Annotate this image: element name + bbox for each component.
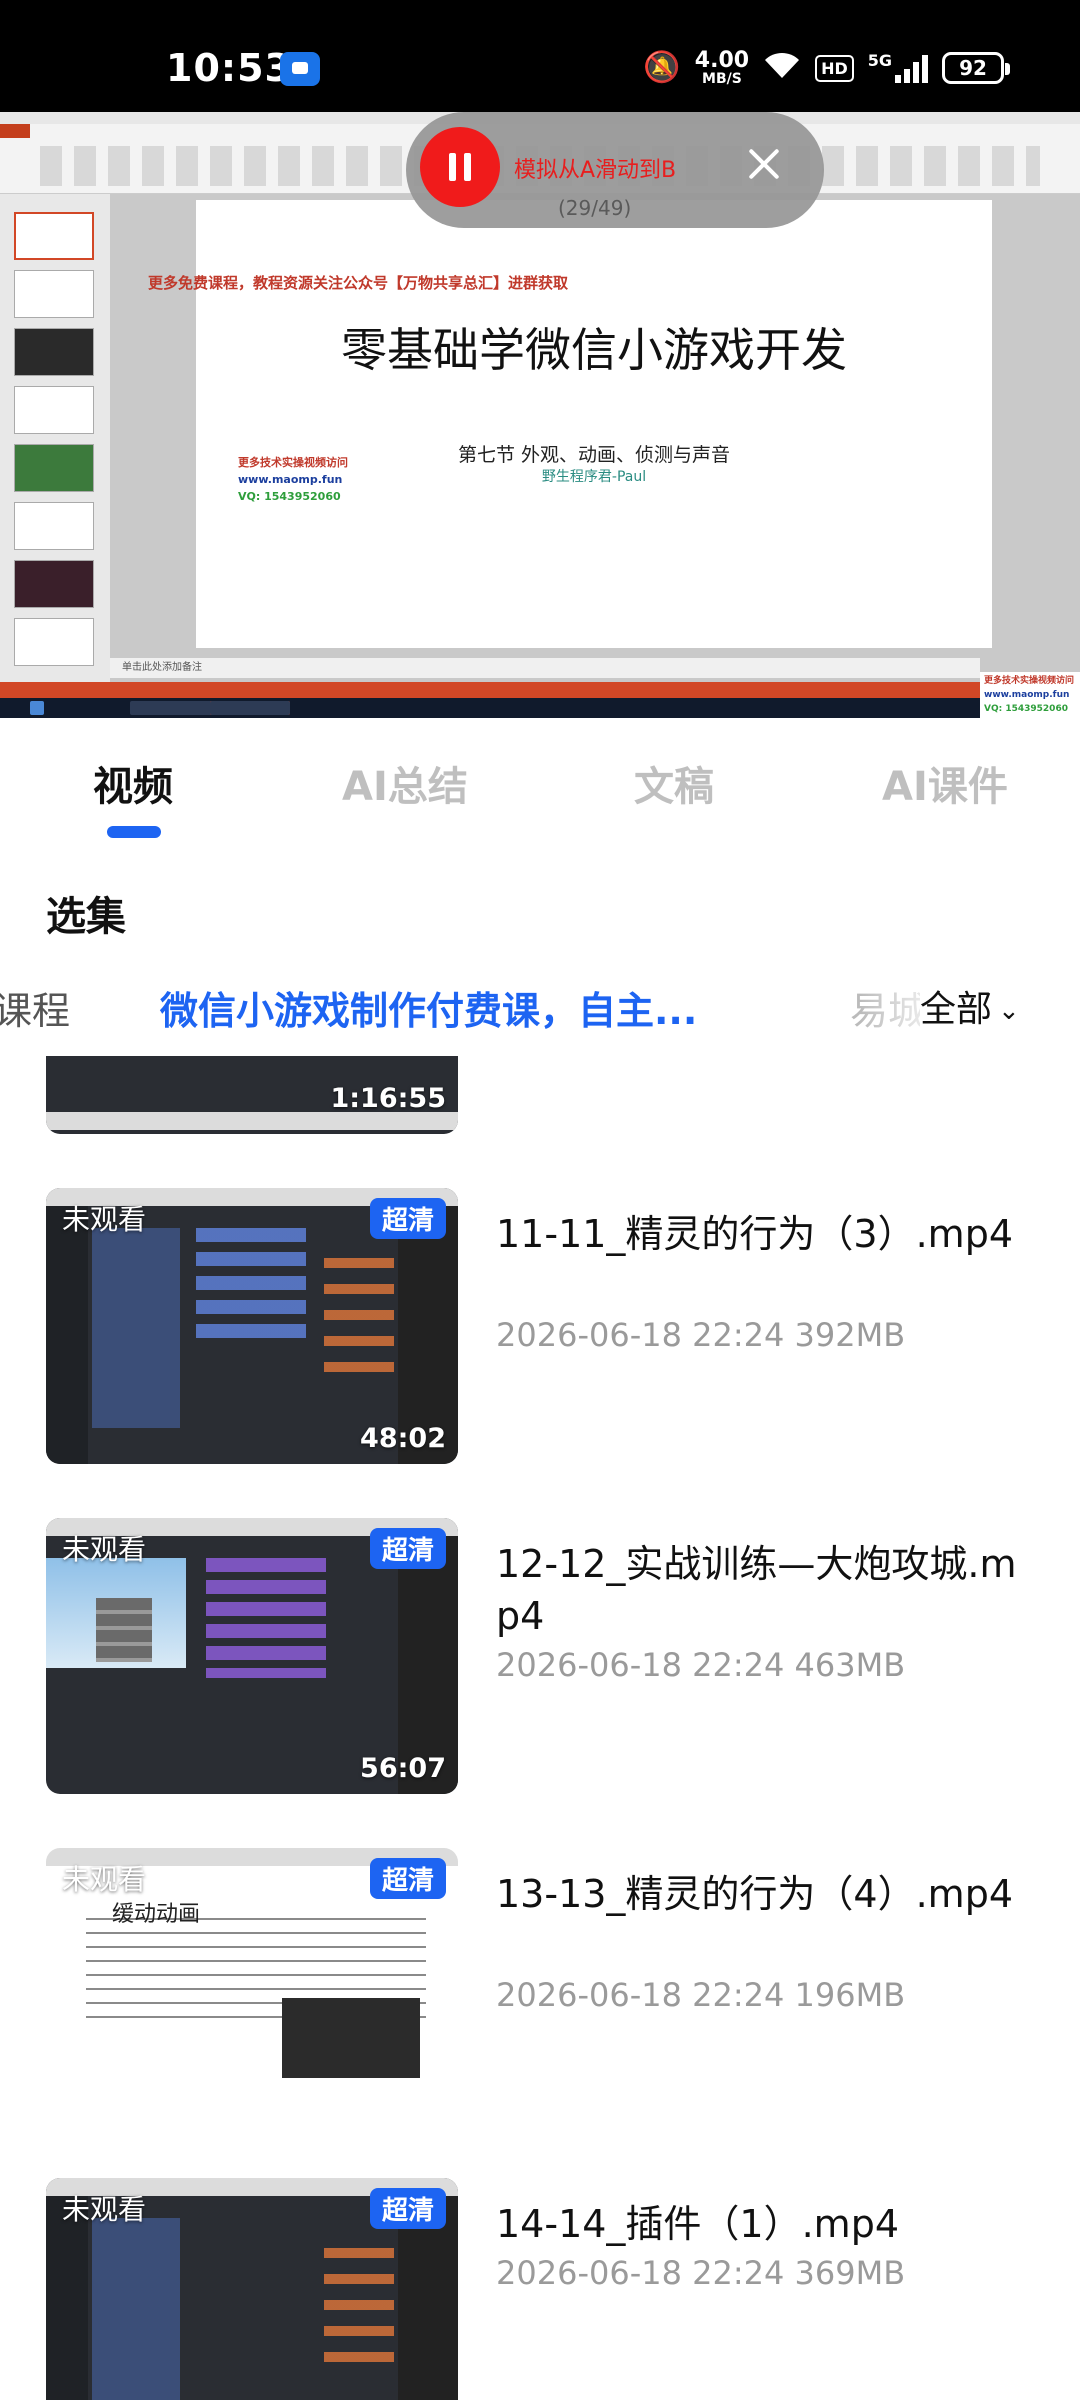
thumb-screen xyxy=(196,1228,306,1348)
chevron-down-icon: ⌄ xyxy=(998,996,1020,1026)
duration-label: 48:02 xyxy=(360,1423,446,1454)
episode-meta: 2026-06-18 22:24 196MB xyxy=(496,1976,906,2014)
thumb-screen xyxy=(282,1998,420,2078)
thumb-screen xyxy=(92,1228,180,1428)
wifi-icon xyxy=(763,50,801,86)
video-thumbnail: 未观看 超清 48:02 xyxy=(46,1188,458,1464)
overlay-label: 模拟从A滑动到B xyxy=(514,158,677,183)
slide-thumb xyxy=(14,328,94,376)
collection-selector: 课程 微信小游戏制作付费课，自主... 易城 全部⌄ xyxy=(0,966,1080,1056)
episode-title: 12-12_实战训练—大炮攻城.mp4 xyxy=(496,1542,1017,1638)
all-collections-button[interactable]: 全部 ⌄ xyxy=(920,980,1020,1032)
slide-thumb xyxy=(14,212,94,260)
thumb-screen xyxy=(324,1258,394,1378)
app-notification-icon xyxy=(280,52,320,86)
all-collections-label: 全部 xyxy=(920,989,993,1030)
ppt-statusbar xyxy=(0,682,1080,698)
watermark-line: VQ: 1543952060 xyxy=(238,490,341,503)
thumb-screen xyxy=(92,2218,180,2400)
quality-badge: 超清 xyxy=(369,1528,446,1569)
automation-overlay: 模拟从A滑动到B (29/49) xyxy=(406,112,824,228)
signal-icon: 5G xyxy=(868,53,928,83)
clock: 10:53 xyxy=(166,46,292,90)
video-thumbnail: 1:16:55 xyxy=(46,1056,458,1134)
ppt-file-tab xyxy=(0,124,30,138)
start-icon xyxy=(30,701,44,715)
thumb-screen xyxy=(324,2248,394,2368)
slide-watermark: 更多技术实操视频访问 www.maomp.fun VQ: 1543952060 xyxy=(238,454,348,505)
video-thumbnail: 未观看 超清 56:07 xyxy=(46,1518,458,1794)
quality-badge: 超清 xyxy=(369,1858,446,1899)
taskbar-item xyxy=(210,701,290,715)
duration-label: 56:07 xyxy=(360,1753,446,1784)
net-speed: 4.00 MB/S xyxy=(694,48,750,87)
slide-top-note: 更多免费课程，教程资源关注公众号【万物共享总汇】进群获取 xyxy=(148,274,569,292)
status-icons: 🔕 4.00 MB/S HD 5G 92 xyxy=(643,44,1010,92)
quality-badge: 超清 xyxy=(369,1198,446,1239)
tab-indicator xyxy=(107,826,161,838)
episode-meta: 2026-06-18 22:24 463MB xyxy=(496,1646,906,1684)
battery-icon: 92 xyxy=(942,52,1010,84)
thumb-screen xyxy=(96,1598,152,1662)
episode-meta: 2026-06-18 22:24 369MB xyxy=(496,2254,906,2292)
tab-ai-courseware[interactable]: AI课件 xyxy=(882,754,1008,812)
ppt-notes: 单击此处添加备注 xyxy=(110,658,980,678)
slide-thumbnails xyxy=(0,194,110,694)
slide-canvas: 更多免费课程，教程资源关注公众号【万物共享总汇】进群获取 零基础学微信小游戏开发… xyxy=(148,200,992,648)
content-tabs: 视频 AI总结 文稿 AI课件 xyxy=(0,718,1080,848)
list-item[interactable]: 未观看 超清 14-14_插件（1）.mp4 2026-06-18 22:24 … xyxy=(0,2178,1080,2400)
duration-label: 1:16:55 xyxy=(330,1083,446,1114)
pause-icon[interactable] xyxy=(420,127,500,207)
slide-thumb xyxy=(14,270,94,318)
watched-badge: 未观看 xyxy=(62,2193,147,2226)
quality-badge: 超清 xyxy=(369,2188,446,2229)
thumb-screen xyxy=(46,1112,458,1130)
watched-badge: 未观看 xyxy=(62,1533,147,1566)
episode-title: 13-13_精灵的行为（4）.mp4 xyxy=(496,1872,1013,1916)
slide-thumb xyxy=(14,560,94,608)
episode-title: 11-11_精灵的行为（3）.mp4 xyxy=(496,1212,1013,1256)
corner-watermark: 更多技术实操视频访问 www.maomp.fun VQ: 1543952060 xyxy=(980,672,1080,718)
thumb-slide-title: 缓动动画 xyxy=(112,1902,201,1927)
watermark-line: www.maomp.fun xyxy=(984,690,1070,700)
thumb-screen xyxy=(206,1558,326,1678)
episode-title: 14-14_插件（1）.mp4 xyxy=(496,2202,899,2246)
video-thumbnail: 未观看 超清 xyxy=(46,2178,458,2400)
episode-meta: 2026-06-18 22:24 392MB xyxy=(496,1316,906,1354)
slide-thumb xyxy=(14,386,94,434)
mute-bell-icon: 🔕 xyxy=(643,50,681,85)
watermark-line: www.maomp.fun xyxy=(238,473,343,486)
list-item[interactable]: 未观看 超清 56:07 12-12_实战训练—大炮攻城.mp4 2026-06… xyxy=(0,1518,1080,1808)
tab-transcript[interactable]: 文稿 xyxy=(634,754,714,812)
video-thumbnail: 缓动动画 未观看 超清 xyxy=(46,1848,458,2124)
list-item[interactable]: 未观看 超清 48:02 11-11_精灵的行为（3）.mp4 2026-06-… xyxy=(0,1188,1080,1478)
list-item[interactable]: 1:16:55 xyxy=(0,1056,1080,1136)
net-speed-value: 4.00 xyxy=(694,48,750,73)
watermark-line: 更多技术实操视频访问 xyxy=(238,456,348,469)
tab-video[interactable]: 视频 xyxy=(93,754,173,812)
watched-badge: 未观看 xyxy=(62,1863,147,1896)
thumb-screen xyxy=(46,1206,88,1464)
list-item[interactable]: 缓动动画 未观看 超清 13-13_精灵的行为（4）.mp4 2026-06-1… xyxy=(0,1848,1080,2138)
section-title: 选集 xyxy=(46,894,126,940)
collection-item-active[interactable]: 微信小游戏制作付费课，自主... xyxy=(160,980,697,1035)
net-speed-unit: MB/S xyxy=(702,71,742,87)
tab-ai-summary[interactable]: AI总结 xyxy=(342,754,468,812)
network-type: 5G xyxy=(867,51,892,70)
slide-thumb xyxy=(14,618,94,666)
collection-item[interactable]: 课程 xyxy=(0,980,70,1035)
slide-thumb xyxy=(14,444,94,492)
watermark-line: 更多技术实操视频访问 xyxy=(984,676,1075,686)
watched-badge: 未观看 xyxy=(62,1203,147,1236)
episode-list: 1:16:55 未观看 超清 48:02 11-11_精灵的行为（3）.mp4 … xyxy=(0,1056,1080,2400)
slide-thumb xyxy=(14,502,94,550)
status-bar: 10:53 🔕 4.00 MB/S HD 5G 92 xyxy=(0,0,1080,112)
windows-taskbar xyxy=(0,698,1080,718)
close-icon[interactable] xyxy=(736,136,792,192)
overlay-progress: (29/49) xyxy=(558,196,632,220)
watermark-line: VQ: 1543952060 xyxy=(984,704,1068,714)
slide-title: 零基础学微信小游戏开发 xyxy=(341,323,847,377)
hd-badge: HD xyxy=(815,54,854,82)
